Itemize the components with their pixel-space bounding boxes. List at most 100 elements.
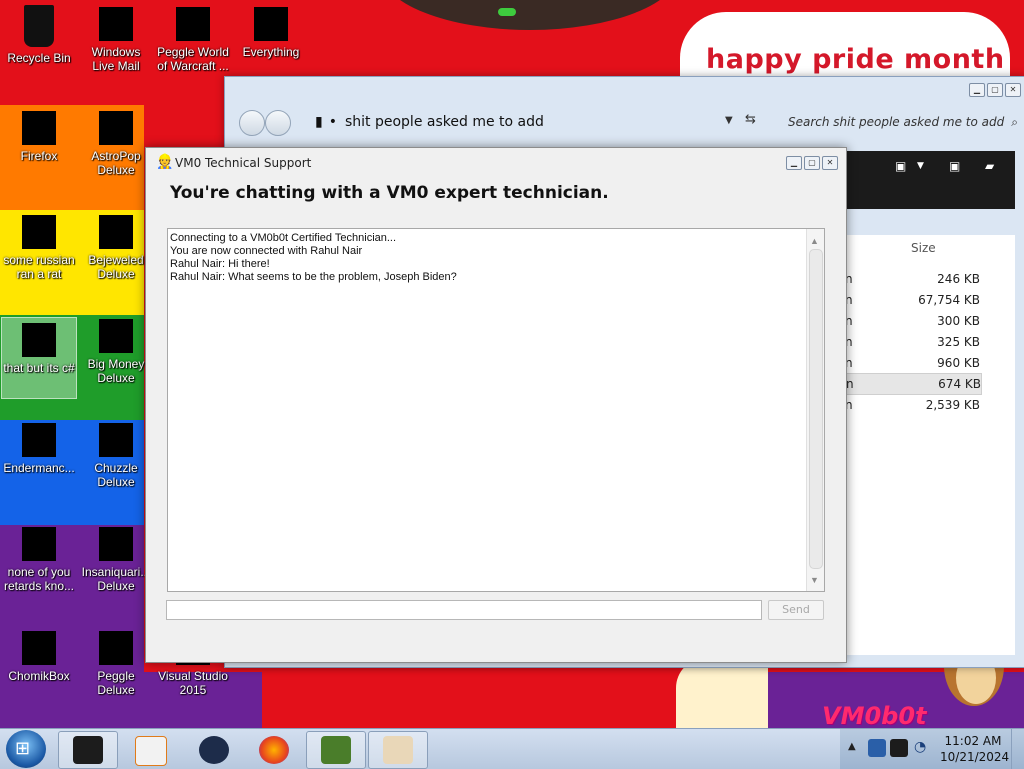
chat-message: Rahul Nair: What seems to be the problem…	[170, 271, 457, 283]
desktop-icon-firefox[interactable]: Firefox	[2, 106, 76, 163]
explorer-toolbar: ▣ ▼ ▣ ▰	[845, 151, 1015, 209]
search-placeholder: Search shit people asked me to add	[788, 115, 1005, 129]
address-bar[interactable]: ▮ • shit people asked me to add	[315, 109, 735, 135]
desktop-icon-astropop[interactable]: AstroPop Deluxe	[79, 106, 153, 177]
minimize-button[interactable]: ▁	[786, 156, 802, 170]
explorer-titlebar[interactable]	[225, 77, 1024, 105]
taskbar: ⊞ ▲ ◔ 11:02 AM 10/21/2024	[0, 728, 1024, 769]
chat-message: Connecting to a VM0b0t Certified Technic…	[170, 232, 397, 244]
background-art	[676, 658, 768, 728]
back-button[interactable]	[239, 110, 265, 136]
file-row[interactable]: n 300 KB	[845, 311, 980, 331]
desktop-icon-none-of-you[interactable]: none of you retards kno...	[2, 522, 76, 593]
firefox-icon	[259, 736, 289, 764]
preview-pane-icon[interactable]: ▣	[949, 159, 960, 173]
search-input[interactable]: Search shit people asked me to add ⌕	[778, 109, 1024, 135]
windows-logo-icon: ⊞	[15, 738, 31, 759]
maximize-button[interactable]: ▢	[987, 83, 1003, 97]
clock[interactable]: 11:02 AM 10/21/2024	[940, 733, 1010, 765]
chat-scrollbar[interactable]: ▲ ▼	[806, 229, 824, 591]
taskbar-item-vm0-support[interactable]	[368, 731, 428, 769]
taskbar-item-media-player[interactable]	[120, 731, 180, 769]
file-row[interactable]: n 246 KB	[845, 269, 980, 289]
technician-icon	[383, 736, 413, 764]
chat-log[interactable]: Connecting to a VM0b0t Certified Technic…	[167, 228, 825, 592]
file-row-selected[interactable]: n 674 KB	[845, 373, 982, 395]
views-dropdown-icon[interactable]: ▼	[917, 161, 924, 171]
chat-heading: You're chatting with a VM0 expert techni…	[170, 183, 609, 203]
file-row[interactable]: n 960 KB	[845, 353, 980, 373]
scroll-down-icon[interactable]: ▼	[810, 574, 819, 587]
taskbar-item-explorer[interactable]	[58, 731, 118, 769]
file-row[interactable]: n 325 KB	[845, 332, 980, 352]
refresh-icon[interactable]: ⇆	[745, 112, 756, 127]
help-icon[interactable]: ▰	[985, 159, 994, 173]
desktop-icon-everything[interactable]: Everything	[234, 2, 308, 59]
desktop-icon-some-russian[interactable]: some russian ran a rat	[2, 210, 76, 281]
network-icon[interactable]: ◔	[914, 739, 932, 757]
chat-window-title: VM0 Technical Support	[175, 156, 312, 170]
close-button[interactable]: ✕	[822, 156, 838, 170]
desktop-icon-insaniquarium[interactable]: Insaniquari... Deluxe	[79, 522, 153, 593]
desktop-icon-big-money[interactable]: Big Money Deluxe	[79, 314, 153, 385]
show-hidden-icons-icon[interactable]: ▲	[848, 741, 856, 752]
technician-icon: 👷	[156, 154, 174, 170]
desktop-icon-chuzzle[interactable]: Chuzzle Deluxe	[79, 418, 153, 489]
desktop-icon-peggle-deluxe[interactable]: Peggle Deluxe	[79, 626, 153, 697]
start-button[interactable]: ⊞	[6, 730, 46, 768]
file-icon	[22, 215, 56, 249]
taskbar-item-app[interactable]	[184, 731, 244, 769]
desktop-icon-recycle-bin[interactable]: Recycle Bin	[2, 2, 76, 65]
game-icon	[99, 527, 133, 561]
desktop-icon-peggle-wow[interactable]: Peggle World of Warcraft ...	[156, 2, 230, 73]
address-dropdown-icon[interactable]: ▼	[725, 115, 733, 126]
clock-time: 11:02 AM	[944, 734, 1002, 748]
game-icon	[99, 631, 133, 665]
scrollbar-thumb[interactable]	[809, 249, 823, 569]
app-icon	[22, 527, 56, 561]
media-player-icon	[135, 736, 167, 766]
send-button[interactable]: Send	[768, 600, 824, 620]
explorer-navbar: ▮ • shit people asked me to add ▼ ⇆ Search…	[233, 107, 1018, 139]
mail-icon	[99, 7, 133, 41]
scroll-up-icon[interactable]: ▲	[810, 235, 819, 248]
explorer-icon	[73, 736, 103, 764]
close-button[interactable]: ✕	[1005, 83, 1021, 97]
taskbar-item-chomikbox[interactable]	[306, 731, 366, 769]
tray-app-icon[interactable]	[868, 739, 886, 757]
chat-window[interactable]: 👷 VM0 Technical Support ▁ ▢ ✕ You're cha…	[145, 147, 847, 663]
game-icon	[99, 319, 133, 353]
address-folder-name: shit people asked me to add	[344, 114, 544, 130]
forward-button[interactable]	[265, 110, 291, 136]
desktop-icon-that-but-its-csharp[interactable]: that but its c#	[1, 317, 77, 399]
show-desktop-button[interactable]	[1011, 729, 1024, 769]
game-icon	[176, 7, 210, 41]
terminal-icon	[22, 423, 56, 457]
desktop-icon-chomikbox[interactable]: ChomikBox	[2, 626, 76, 683]
game-icon	[99, 111, 133, 145]
tray-app-icon[interactable]	[890, 739, 908, 757]
clock-date: 10/21/2024	[940, 750, 1010, 764]
maximize-button[interactable]: ▢	[804, 156, 820, 170]
file-row[interactable]: n 67,754 KB	[845, 290, 980, 310]
desktop-icon-windows-live-mail[interactable]: Windows Live Mail	[79, 2, 153, 73]
firefox-icon	[22, 111, 56, 145]
desktop-icon-endermanc[interactable]: Endermanc...	[2, 418, 76, 475]
taskbar-item-firefox[interactable]	[244, 731, 304, 769]
minimize-button[interactable]: ▁	[969, 83, 985, 97]
chat-message-input[interactable]	[166, 600, 762, 620]
search-icon[interactable]: ⌕	[1011, 109, 1018, 135]
views-icon[interactable]: ▣	[895, 159, 906, 173]
desktop-icon-bejeweled[interactable]: Bejeweled Deluxe	[79, 210, 153, 281]
recycle-bin-icon	[24, 5, 54, 47]
chat-message: Rahul Nair: Hi there!	[170, 258, 270, 270]
file-list: Size n 246 KB n 67,754 KB n 300 KB n 325 KB …	[845, 235, 1015, 655]
chat-titlebar[interactable]: 👷 VM0 Technical Support	[146, 148, 846, 176]
game-icon	[99, 215, 133, 249]
file-row[interactable]: n 2,539 KB	[845, 395, 980, 415]
size-column-header[interactable]: Size	[911, 241, 936, 255]
app-icon	[199, 736, 229, 764]
banner-text: happy pride month	[706, 44, 1005, 75]
chomikbox-icon	[321, 736, 351, 764]
folder-icon: ▮	[315, 114, 323, 130]
